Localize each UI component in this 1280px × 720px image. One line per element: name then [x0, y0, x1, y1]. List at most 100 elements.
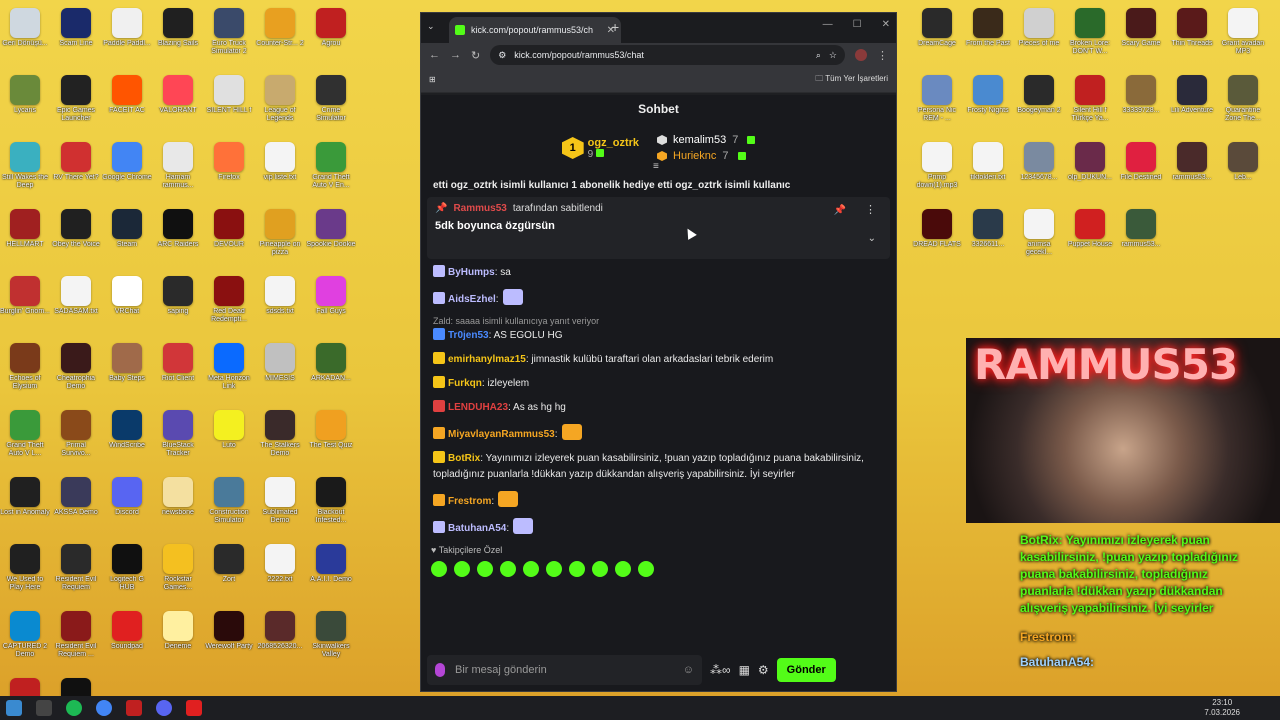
desktop-shortcut[interactable]: Epic Games Launcher: [51, 71, 101, 138]
chat-username[interactable]: LENDUHA23: [448, 402, 508, 413]
desktop-shortcut[interactable]: Fall Guys: [306, 272, 356, 339]
zoom-icon[interactable]: ⌕: [816, 50, 821, 61]
chat-username[interactable]: Tr0jen53: [448, 330, 489, 341]
desktop-shortcut[interactable]: Firefox: [204, 138, 254, 205]
desktop-shortcut[interactable]: sdsds.txt: [255, 272, 305, 339]
back-icon[interactable]: ←: [429, 49, 440, 61]
desktop-shortcut[interactable]: Sublimated Demo: [255, 473, 305, 540]
desktop-shortcut[interactable]: Primal Survivo...: [51, 406, 101, 473]
desktop-shortcut[interactable]: Lycans: [0, 71, 50, 138]
chat-username[interactable]: BatuhanA54: [448, 523, 506, 534]
chat-username[interactable]: AidsEzhel: [448, 294, 496, 305]
desktop-shortcut[interactable]: Pineapple on pizza: [255, 205, 305, 272]
top-gifter[interactable]: 1 ogz_oztrk 9: [561, 137, 639, 160]
bookmark-star-icon[interactable]: ☆: [829, 50, 837, 61]
desktop-shortcut[interactable]: Discord: [102, 473, 152, 540]
unpin-icon[interactable]: 📌: [834, 205, 846, 216]
chat-username[interactable]: BotRix: [448, 453, 480, 464]
chat-username[interactable]: Frestrom: [448, 496, 491, 507]
emote-icon[interactable]: [546, 561, 562, 577]
desktop-shortcut[interactable]: 2222.txt: [255, 540, 305, 607]
desktop-shortcut[interactable]: Persona Nic REM - ...: [912, 71, 962, 138]
desktop-shortcut[interactable]: DREAD FLATS: [912, 205, 962, 272]
address-bar[interactable]: ⚙ kick.com/popout/rammus53/chat ⌕ ☆: [490, 45, 845, 65]
desktop-shortcut[interactable]: Construction Simulator: [204, 473, 254, 540]
system-clock[interactable]: 23:10 7.03.2026: [1204, 698, 1240, 718]
site-info-icon[interactable]: ⚙: [498, 50, 506, 61]
desktop-shortcut[interactable]: Resident Evil Requiem: [51, 540, 101, 607]
maximize-icon[interactable]: ☐: [853, 19, 862, 30]
desktop-shortcut[interactable]: Echoes of Elysium: [0, 339, 50, 406]
desktop-shortcut[interactable]: VRChat: [102, 272, 152, 339]
desktop-shortcut[interactable]: Quarantine Zone The...: [1218, 71, 1268, 138]
points-icon[interactable]: ⁂∞: [710, 663, 731, 677]
desktop-shortcut[interactable]: Skinwalkers Valley: [306, 607, 356, 674]
chat-message-input[interactable]: Bir mesaj gönderin ☺: [427, 655, 702, 685]
desktop-shortcut[interactable]: Lili Adventure: [1167, 71, 1217, 138]
desktop-shortcut[interactable]: Still Wakes the Deep: [0, 138, 50, 205]
menu-kebab-icon[interactable]: ⋮: [877, 49, 888, 62]
voicemeeter-icon[interactable]: [126, 700, 142, 716]
emote-icon[interactable]: [638, 561, 654, 577]
desktop-shortcut[interactable]: Geri Dönüşü...: [0, 4, 50, 71]
desktop-shortcut[interactable]: 2068526320...: [255, 607, 305, 674]
chat-message[interactable]: Tr0jen53: AS EGOLU HG: [433, 328, 884, 344]
search-icon[interactable]: [36, 700, 52, 716]
tab-kick-chat[interactable]: kick.com/popout/rammus53/ch ✕: [449, 17, 621, 43]
spotify-icon[interactable]: [66, 700, 82, 716]
settings-gear-icon[interactable]: ⚙: [758, 663, 769, 677]
desktop-shortcut[interactable]: vip liste.txt: [255, 138, 305, 205]
emote-icon[interactable]: [569, 561, 585, 577]
minimize-icon[interactable]: —: [823, 19, 833, 30]
chat-message[interactable]: LENDUHA23: As as hg hg: [433, 400, 884, 416]
apps-grid-icon[interactable]: ⊞: [429, 75, 436, 84]
chat-message[interactable]: MiyavlayanRammus53:: [433, 424, 884, 443]
new-tab-button[interactable]: +: [611, 19, 619, 35]
reload-icon[interactable]: ↻: [471, 49, 480, 62]
desktop-shortcut[interactable]: Crime Simulator: [306, 71, 356, 138]
emote-icon[interactable]: [592, 561, 608, 577]
emote-icon[interactable]: [500, 561, 516, 577]
desktop-shortcut[interactable]: olp_DUKUN...: [1065, 138, 1115, 205]
emote-icon[interactable]: [523, 561, 539, 577]
desktop-shortcut[interactable]: Steam: [102, 205, 152, 272]
pinned-message[interactable]: 📌 Rammus53 tarafından sabitlendi 5dk boy…: [427, 197, 890, 259]
desktop-shortcut[interactable]: Boogeyman 2: [1014, 71, 1064, 138]
pinned-more-icon[interactable]: ⋮: [865, 203, 876, 216]
desktop-shortcut[interactable]: A.A.I.I. Demo: [306, 540, 356, 607]
desktop-shortcut[interactable]: ARC Raiders: [153, 205, 203, 272]
desktop-shortcut[interactable]: Luto: [204, 406, 254, 473]
desktop-shortcut[interactable]: Agrou: [306, 4, 356, 71]
chat-message[interactable]: BotRix: Yayınımızı izleyerek puan kasabi…: [433, 451, 884, 483]
store-icon[interactable]: ▦: [739, 663, 750, 677]
tab-search-icon[interactable]: ⌄: [427, 21, 435, 32]
desktop-shortcut[interactable]: RV There Yet?: [51, 138, 101, 205]
send-button[interactable]: Gönder: [776, 658, 836, 682]
windows-start-icon[interactable]: [6, 700, 22, 716]
desktop-shortcut[interactable]: Grant avadan MP3: [1218, 4, 1268, 71]
desktop-shortcut[interactable]: Puppet House: [1065, 205, 1115, 272]
desktop-shortcut[interactable]: Primp down(1).mp3: [912, 138, 962, 205]
gifter-row[interactable]: Hurieknc 7: [657, 150, 755, 162]
desktop-shortcut[interactable]: We Used to Play Here: [0, 540, 50, 607]
desktop-shortcut[interactable]: Resident Evil Requiem ...: [51, 607, 101, 674]
desktop-shortcut[interactable]: Counter-Str... 2: [255, 4, 305, 71]
desktop-shortcut[interactable]: Hamam rammus...: [153, 138, 203, 205]
desktop-shortcut[interactable]: File Destined: [1116, 138, 1166, 205]
emoji-icon[interactable]: ☺: [683, 664, 694, 676]
desktop-shortcut[interactable]: Spookie Dookie: [306, 205, 356, 272]
profile-avatar[interactable]: [855, 49, 867, 61]
chevron-down-icon[interactable]: ⌄: [868, 233, 876, 244]
emote-icon[interactable]: [454, 561, 470, 577]
close-window-icon[interactable]: ✕: [882, 19, 890, 30]
desktop-shortcut[interactable]: 33339728...: [1116, 71, 1166, 138]
desktop-shortcut[interactable]: MIMESIS: [255, 339, 305, 406]
all-bookmarks-button[interactable]: 🗀 Tüm Yer İşaretleri: [815, 73, 888, 87]
chat-username[interactable]: MiyavlayanRammus53: [448, 429, 555, 440]
forward-icon[interactable]: →: [450, 49, 461, 61]
emote-icon[interactable]: [477, 561, 493, 577]
desktop-shortcut[interactable]: WindScribe: [102, 406, 152, 473]
desktop-shortcut[interactable]: From the Past: [963, 4, 1013, 71]
desktop-shortcut[interactable]: anımsa gecekl...: [1014, 205, 1064, 272]
desktop-shortcut[interactable]: Grand Theft Auto V En...: [306, 138, 356, 205]
